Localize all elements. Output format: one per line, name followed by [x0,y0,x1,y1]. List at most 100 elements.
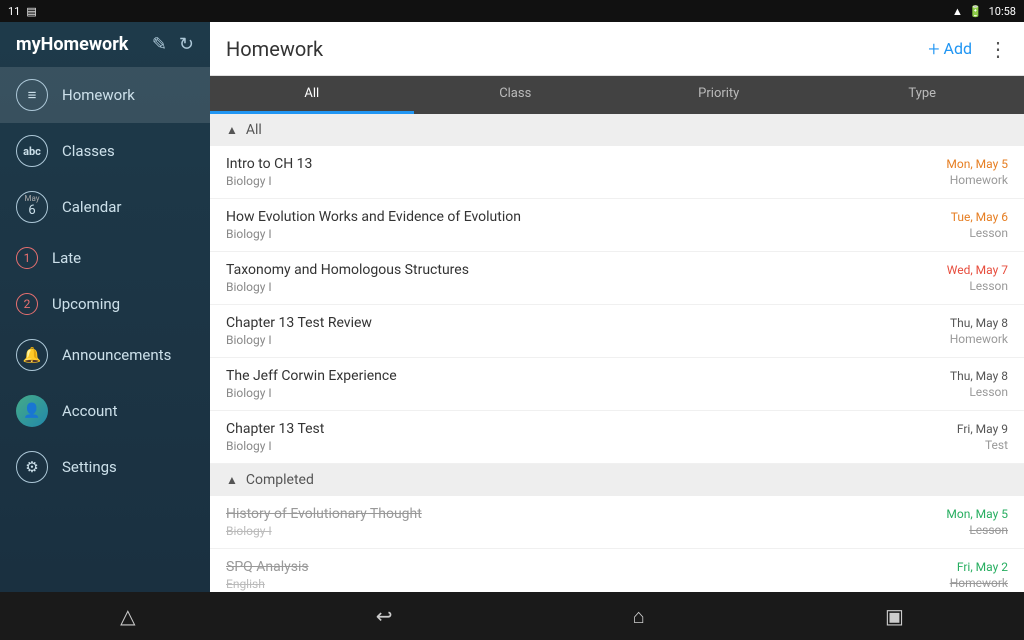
hw-meta: Fri, May 9 Test [957,422,1008,452]
hw-title: How Evolution Works and Evidence of Evol… [226,209,521,225]
hw-type: Lesson [969,226,1008,240]
hw-details: How Evolution Works and Evidence of Evol… [226,209,521,241]
hw-title: Chapter 13 Test Review [226,315,372,331]
settings-icon: ⚙ [16,451,48,483]
hw-type: Test [985,438,1008,452]
home-button[interactable]: ⌂ [633,604,645,629]
section-label-completed: Completed [246,472,314,488]
settings-label: Settings [62,458,117,476]
late-label: Late [52,249,81,267]
back-button[interactable]: ↩ [376,604,393,628]
hw-meta: Thu, May 8 Lesson [950,369,1008,399]
hw-meta: Wed, May 7 Lesson [947,263,1008,293]
hw-type: Homework [950,576,1008,590]
tab-type[interactable]: Type [821,76,1024,114]
hw-class: Biology I [226,524,422,538]
account-label: Account [62,402,118,420]
hw-details: SPQ Analysis English [226,559,309,591]
content-header: Homework + Add ⋮ [210,22,1024,76]
section-label-all: All [246,122,262,138]
sidebar-item-settings[interactable]: ⚙ Settings [0,439,210,495]
hw-details: Taxonomy and Homologous Structures Biolo… [226,262,469,294]
content-area: Homework + Add ⋮ All Class Priority Type… [210,22,1024,592]
upcoming-label: Upcoming [52,295,120,313]
app-title-homework: Homework [41,34,129,55]
sidebar-icons: ✎ ↻ [152,34,194,55]
hw-title: SPQ Analysis [226,559,309,575]
section-header-completed[interactable]: ▲ Completed [210,464,1024,496]
status-bar: 11 ▤ ▲ 🔋 10:58 [0,0,1024,22]
hw-class: Biology I [226,439,324,453]
hw-title: History of Evolutionary Thought [226,506,422,522]
add-button[interactable]: + Add [928,37,972,61]
hw-details: The Jeff Corwin Experience Biology I [226,368,397,400]
page-title: Homework [226,37,323,61]
hw-date: Tue, May 6 [951,210,1008,224]
hw-date: Thu, May 8 [950,369,1008,383]
list-item[interactable]: Intro to CH 13 Biology I Mon, May 5 Home… [210,146,1024,199]
list-item[interactable]: Chapter 13 Test Biology I Fri, May 9 Tes… [210,411,1024,464]
recent-apps-button[interactable]: ▣ [885,604,904,628]
announcements-icon: 🔔 [16,339,48,371]
sidebar-item-homework[interactable]: ≡ Homework [0,67,210,123]
add-label: Add [944,39,972,58]
sidebar: myHomework ✎ ↻ ≡ Homework abc Classes Ma… [0,22,210,592]
hw-class: Biology I [226,280,469,294]
classes-label: Classes [62,142,115,160]
list-item[interactable]: The Jeff Corwin Experience Biology I Thu… [210,358,1024,411]
homework-label: Homework [62,86,135,104]
homework-list: ▲ All Intro to CH 13 Biology I Mon, May … [210,114,1024,592]
hw-date: Mon, May 5 [946,157,1008,171]
section-header-all[interactable]: ▲ All [210,114,1024,146]
sidebar-item-upcoming[interactable]: 2 Upcoming [0,281,210,327]
hw-meta: Tue, May 6 Lesson [951,210,1008,240]
calendar-label: Calendar [62,198,122,216]
announcements-label: Announcements [62,346,171,364]
status-number: 11 [8,5,20,18]
list-item[interactable]: SPQ Analysis English Fri, May 2 Homework [210,549,1024,592]
sidebar-item-announcements[interactable]: 🔔 Announcements [0,327,210,383]
add-icon: + [928,37,939,61]
hw-details: Chapter 13 Test Review Biology I [226,315,372,347]
hw-meta: Fri, May 2 Homework [950,560,1008,590]
hw-details: Intro to CH 13 Biology I [226,156,312,188]
list-item[interactable]: History of Evolutionary Thought Biology … [210,496,1024,549]
edit-icon[interactable]: ✎ [152,34,167,55]
hw-class: Biology I [226,386,397,400]
list-item[interactable]: How Evolution Works and Evidence of Evol… [210,199,1024,252]
tab-priority[interactable]: Priority [617,76,821,114]
hw-title: Chapter 13 Test [226,421,324,437]
list-item[interactable]: Chapter 13 Test Review Biology I Thu, Ma… [210,305,1024,358]
list-item[interactable]: Taxonomy and Homologous Structures Biolo… [210,252,1024,305]
sidebar-nav: ≡ Homework abc Classes May 6 Calendar 1 … [0,67,210,592]
hw-type: Lesson [969,385,1008,399]
sidebar-item-classes[interactable]: abc Classes [0,123,210,179]
sidebar-item-account[interactable]: 👤 Account [0,383,210,439]
hw-date: Mon, May 5 [946,507,1008,521]
homework-icon: ≡ [16,79,48,111]
header-actions: + Add ⋮ [928,37,1008,61]
wifi-icon: ▲ [952,5,963,18]
more-button[interactable]: ⋮ [988,37,1008,61]
sidebar-item-late[interactable]: 1 Late [0,235,210,281]
tab-all[interactable]: All [210,76,414,114]
hw-type: Homework [950,173,1008,187]
back-arrow-icon[interactable]: △ [120,604,135,628]
sidebar-item-calendar[interactable]: May 6 Calendar [0,179,210,235]
hw-class: Biology I [226,227,521,241]
sidebar-header: myHomework ✎ ↻ [0,22,210,67]
hw-details: Chapter 13 Test Biology I [226,421,324,453]
bottom-bar: △ ↩ ⌂ ▣ [0,592,1024,640]
classes-icon: abc [16,135,48,167]
hw-meta: Mon, May 5 Homework [946,157,1008,187]
chevron-up-icon: ▲ [226,473,238,487]
hw-date: Wed, May 7 [947,263,1008,277]
hw-class: English [226,577,309,591]
app-title-my: my [16,34,41,55]
status-icon: ▤ [26,5,36,18]
tab-class[interactable]: Class [414,76,618,114]
hw-details: History of Evolutionary Thought Biology … [226,506,422,538]
hw-title: Intro to CH 13 [226,156,312,172]
refresh-icon[interactable]: ↻ [179,34,194,55]
hw-title: Taxonomy and Homologous Structures [226,262,469,278]
